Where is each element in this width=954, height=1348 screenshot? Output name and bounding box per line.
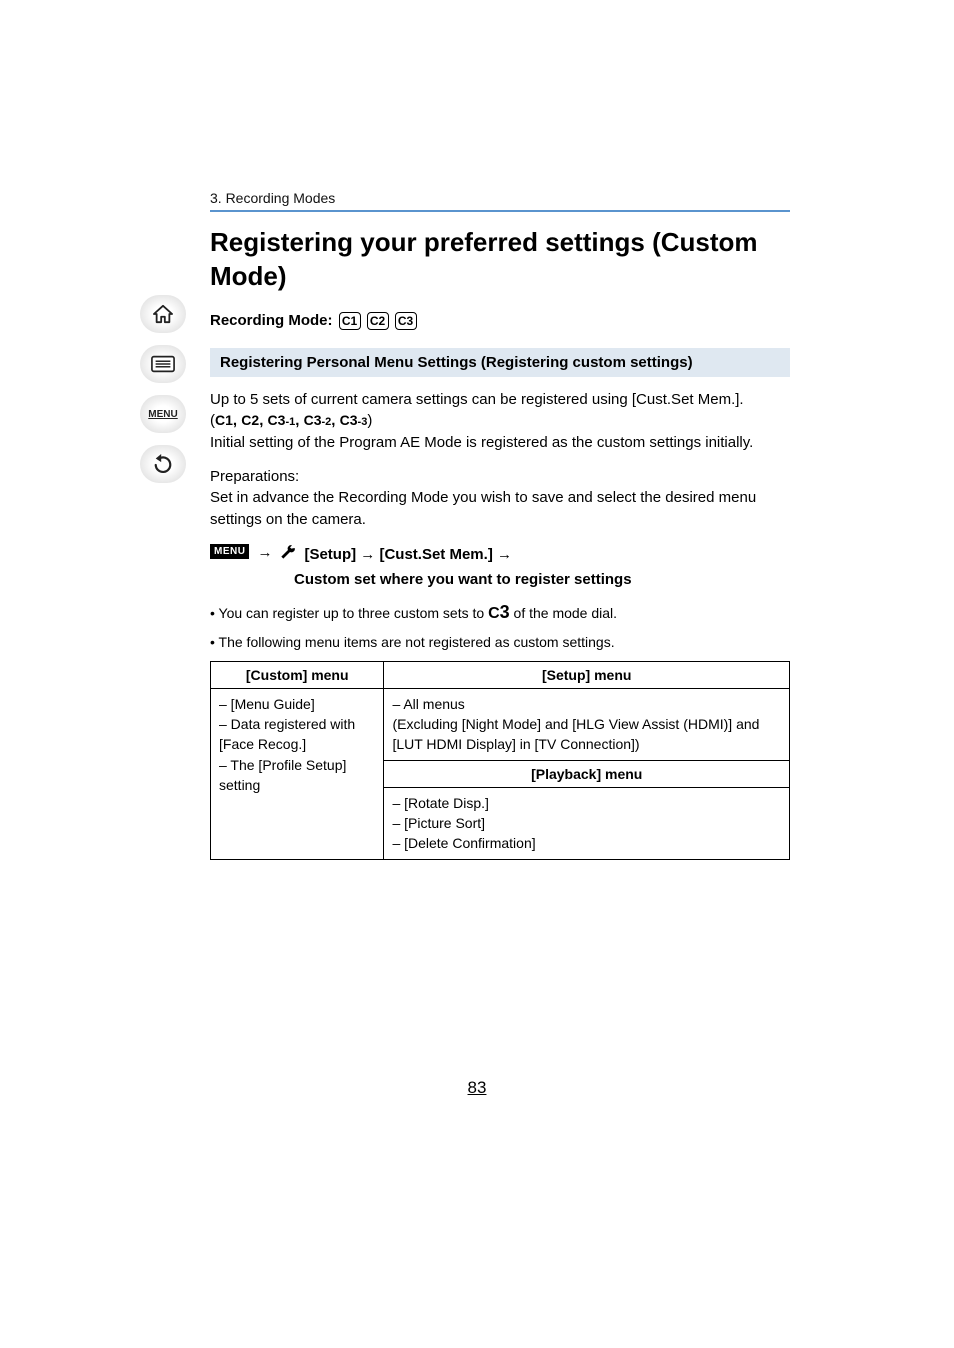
menu-path-custsetmem: [Cust.Set Mem.] [379, 546, 492, 563]
mode-list-inline: C1, C2, C3-1, C3-2, C3-3 [215, 412, 367, 429]
menu-icon[interactable]: MENU [140, 395, 186, 433]
table-cell-playback: – [Rotate Disp.] – [Picture Sort] – [Del… [384, 787, 790, 859]
table-head-playback: [Playback] menu [384, 760, 790, 787]
recording-mode-line: Recording Mode: C1 C2 C3 [210, 312, 790, 330]
menu-path-line2: Custom set where you want to register se… [294, 571, 790, 588]
page-title: Registering your preferred settings (Cus… [210, 226, 790, 294]
bullet-not-registered: • The following menu items are not regis… [210, 633, 790, 653]
preparations-text: Set in advance the Recording Mode you wi… [210, 487, 790, 531]
home-icon[interactable] [140, 295, 186, 333]
table-cell-setup: – All menus (Excluding [Night Mode] and … [384, 688, 790, 760]
c3-inline: C3 [488, 605, 510, 622]
page-number[interactable]: 83 [0, 1078, 954, 1098]
menu-path-body: [Setup] → [Cust.Set Mem.] → [304, 544, 790, 567]
arrow-icon: → [257, 544, 272, 561]
paragraph-register-sets: Up to 5 sets of current camera settings … [210, 389, 790, 454]
page-content: 3. Recording Modes Registering your pref… [210, 190, 790, 860]
section-header: Registering Personal Menu Settings (Regi… [210, 348, 790, 377]
arrow-icon-3: → [497, 546, 512, 563]
para1-text-b: ) [367, 412, 372, 429]
menu-badge-icon: MENU [210, 544, 249, 559]
back-icon[interactable] [140, 445, 186, 483]
menu-table: [Custom] menu [Setup] menu – [Menu Guide… [210, 661, 790, 860]
bullet1-b: of the mode dial. [510, 605, 617, 621]
menu-path-setup: [Setup] [304, 546, 356, 563]
bullet-register-three: • You can register up to three custom se… [210, 600, 790, 625]
bullet1-a: • You can register up to three custom se… [210, 605, 488, 621]
mode-badge-c1: C1 [339, 312, 361, 330]
para1-line2: Initial setting of the Program AE Mode i… [210, 434, 753, 451]
arrow-icon-2: → [360, 546, 375, 563]
sidebar-nav: MENU [140, 295, 186, 483]
wrench-icon [280, 544, 296, 565]
mode-badge-c3: C3 [395, 312, 417, 330]
mode-badge-c2: C2 [367, 312, 389, 330]
breadcrumb: 3. Recording Modes [210, 190, 790, 206]
table-head-custom: [Custom] menu [211, 661, 384, 688]
menu-path: MENU → [Setup] → [Cust.Set Mem.] → [210, 544, 790, 567]
toc-icon[interactable] [140, 345, 186, 383]
table-cell-custom: – [Menu Guide] – Data registered with [F… [211, 688, 384, 859]
preparations-label: Preparations: [210, 468, 790, 485]
recording-mode-label: Recording Mode: [210, 312, 333, 329]
top-rule [210, 210, 790, 212]
table-head-setup: [Setup] menu [384, 661, 790, 688]
